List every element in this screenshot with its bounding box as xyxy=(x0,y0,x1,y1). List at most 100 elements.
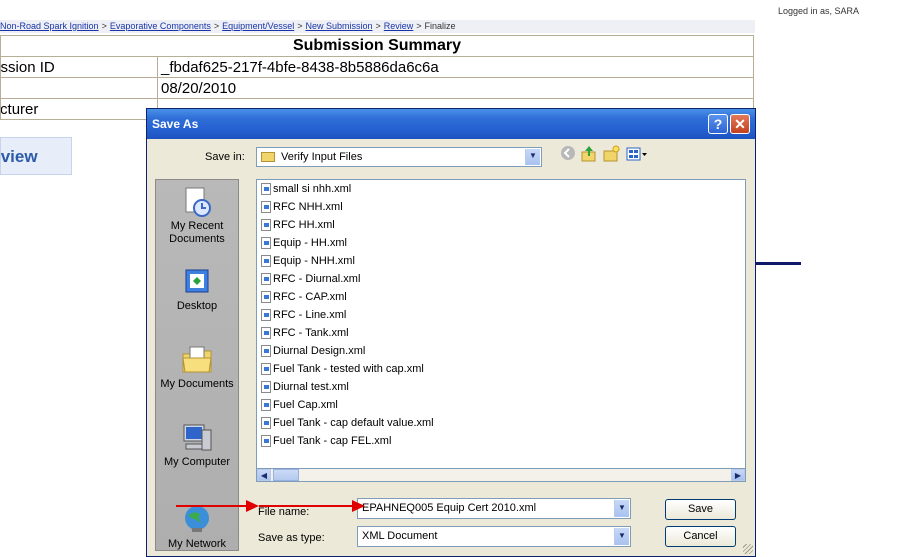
up-folder-icon[interactable] xyxy=(580,145,598,163)
review-tab-label: Review xyxy=(0,147,38,166)
save-as-dialog: Save As ? ✕ Save in: Verify Input Files … xyxy=(146,108,756,557)
place-label: My Network xyxy=(167,538,227,550)
file-item[interactable]: Fuel Tank - tested with cap.xml xyxy=(261,360,424,378)
xml-file-icon xyxy=(261,183,271,196)
scrollbar-thumb[interactable] xyxy=(273,469,299,481)
file-item-name: RFC - Tank.xml xyxy=(273,327,349,339)
place-label: My Documents xyxy=(160,378,234,390)
save-button[interactable]: Save xyxy=(665,499,736,520)
place-my-computer[interactable]: My Computer xyxy=(156,422,238,469)
file-item-name: RFC HH.xml xyxy=(273,219,335,231)
file-item[interactable]: Diurnal Design.xml xyxy=(261,342,365,360)
xml-file-icon xyxy=(261,327,271,340)
file-item-name: Diurnal test.xml xyxy=(273,381,349,393)
file-name-input[interactable]: EPAHNEQ005 Equip Cert 2010.xml ▼ xyxy=(357,498,631,519)
file-name-dropdown-button[interactable]: ▼ xyxy=(614,500,629,517)
my-documents-icon xyxy=(180,344,214,376)
page-divider-line xyxy=(755,262,801,265)
file-list: small si nhh.xml RFC NHH.xml RFC HH.xml … xyxy=(256,179,746,482)
xml-file-icon xyxy=(261,273,271,286)
summary-label-submission-id: Submission ID xyxy=(0,56,158,78)
my-computer-icon xyxy=(180,422,214,454)
summary-label-date xyxy=(0,77,158,99)
breadcrumb: Non-Road Spark Ignition > Evaporative Comp… xyxy=(0,20,755,33)
horizontal-scrollbar[interactable]: ◀ ▶ xyxy=(256,468,746,482)
summary-title: Submission Summary xyxy=(0,35,754,57)
file-item-name: small si nhh.xml xyxy=(273,183,352,195)
xml-file-icon xyxy=(261,399,271,412)
breadcrumb-separator: > xyxy=(375,21,381,31)
file-item[interactable]: Fuel Tank - cap default value.xml xyxy=(261,414,434,432)
file-name-value: EPAHNEQ005 Equip Cert 2010.xml xyxy=(362,502,537,514)
place-label: My Recent Documents xyxy=(169,220,225,245)
summary-label-manufacturer: Manufacturer xyxy=(0,98,158,120)
save-in-dropdown[interactable]: Verify Input Files ▼ xyxy=(256,147,542,167)
annotation-arrow-line xyxy=(176,505,248,507)
file-name-label: File name: xyxy=(258,506,310,518)
file-item-name: RFC NHH.xml xyxy=(273,201,343,213)
file-item-name: Fuel Tank - cap default value.xml xyxy=(273,417,434,429)
file-item[interactable]: RFC - Tank.xml xyxy=(261,324,349,342)
file-item[interactable]: Equip - NHH.xml xyxy=(261,252,355,270)
back-icon[interactable] xyxy=(559,145,577,163)
scroll-left-icon[interactable]: ◀ xyxy=(257,469,271,481)
file-item[interactable]: Diurnal test.xml xyxy=(261,378,349,396)
breadcrumb-link-non-road[interactable]: Non-Road Spark Ignition xyxy=(0,21,99,31)
summary-value-submission-id: _fbdaf625-217f-4bfe-8438-8b5886da6c6a xyxy=(157,56,754,78)
dialog-title-bar[interactable]: Save As ? ✕ xyxy=(147,109,755,139)
xml-file-icon xyxy=(261,435,271,448)
xml-file-icon xyxy=(261,309,271,322)
breadcrumb-link-evaporative[interactable]: Evaporative Components xyxy=(110,21,211,31)
resize-grip[interactable] xyxy=(743,544,753,554)
file-item[interactable]: RFC - Line.xml xyxy=(261,306,346,324)
places-bar: My Recent Documents Desktop My Documents… xyxy=(155,179,239,551)
xml-file-icon xyxy=(261,201,271,214)
file-item-name: Fuel Cap.xml xyxy=(273,399,338,411)
file-item-name: Fuel Tank - cap FEL.xml xyxy=(273,435,392,447)
file-item[interactable]: Fuel Tank - cap FEL.xml xyxy=(261,432,391,450)
file-item[interactable]: RFC NHH.xml xyxy=(261,198,343,216)
summary-value-date: 08/20/2010 xyxy=(157,77,754,99)
breadcrumb-current: Finalize xyxy=(424,21,456,31)
file-item[interactable]: RFC HH.xml xyxy=(261,216,335,234)
cancel-button[interactable]: Cancel xyxy=(665,526,736,547)
close-button[interactable]: ✕ xyxy=(730,114,750,134)
save-in-dropdown-button[interactable]: ▼ xyxy=(525,149,540,165)
dialog-title: Save As xyxy=(152,117,199,131)
file-item-name: RFC - CAP.xml xyxy=(273,291,347,303)
place-label: Desktop xyxy=(176,300,218,312)
file-item[interactable]: small si nhh.xml xyxy=(261,180,351,198)
save-as-type-label: Save as type: xyxy=(258,532,325,544)
network-icon xyxy=(180,504,214,536)
xml-file-icon xyxy=(261,381,271,394)
place-my-recent-documents[interactable]: My Recent Documents xyxy=(156,186,238,246)
scroll-right-icon[interactable]: ▶ xyxy=(731,469,745,481)
annotation-arrow-head xyxy=(352,500,365,512)
review-tab[interactable]: Review xyxy=(0,137,72,175)
folder-icon xyxy=(261,152,275,162)
file-item[interactable]: RFC - CAP.xml xyxy=(261,288,347,306)
breadcrumb-link-new-submission[interactable]: New Submission xyxy=(305,21,372,31)
breadcrumb-link-equipment[interactable]: Equipment/Vessel xyxy=(222,21,294,31)
file-item[interactable]: Fuel Cap.xml xyxy=(261,396,338,414)
file-item[interactable]: RFC - Diurnal.xml xyxy=(261,270,360,288)
new-folder-icon[interactable] xyxy=(602,145,620,163)
xml-file-icon xyxy=(261,363,271,376)
help-button[interactable]: ? xyxy=(708,114,728,134)
save-as-type-dropdown-button[interactable]: ▼ xyxy=(614,528,629,545)
annotation-arrow-head xyxy=(246,500,259,512)
recent-documents-icon xyxy=(180,186,214,218)
place-desktop[interactable]: Desktop xyxy=(156,266,238,313)
xml-file-icon xyxy=(261,219,271,232)
logged-in-status: Logged in as, SARA xyxy=(778,6,860,16)
xml-file-icon xyxy=(261,255,271,268)
file-item-name: Fuel Tank - tested with cap.xml xyxy=(273,363,424,375)
place-my-network[interactable]: My Network xyxy=(156,504,238,551)
breadcrumb-link-review[interactable]: Review xyxy=(384,21,414,31)
views-menu-icon[interactable] xyxy=(624,145,650,163)
xml-file-icon xyxy=(261,237,271,250)
place-my-documents[interactable]: My Documents xyxy=(156,344,238,391)
file-item-name: Equip - HH.xml xyxy=(273,237,347,249)
save-as-type-dropdown[interactable]: XML Document ▼ xyxy=(357,526,631,547)
file-item[interactable]: Equip - HH.xml xyxy=(261,234,347,252)
